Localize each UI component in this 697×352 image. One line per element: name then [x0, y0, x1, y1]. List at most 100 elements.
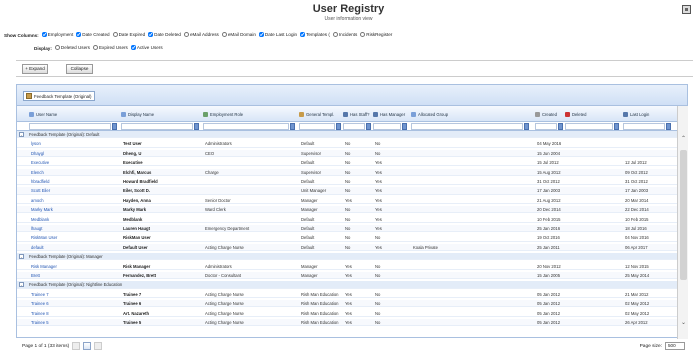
filter-input[interactable] — [623, 123, 665, 130]
vertical-scrollbar[interactable]: ⌃ ⌄ — [677, 106, 688, 339]
table-row[interactable]: Trainee 6 Trainee 6 Acting Charge Nurse Ris… — [17, 300, 677, 308]
user-name-link[interactable]: Marky Mark — [31, 206, 119, 213]
filter-input[interactable] — [121, 123, 193, 130]
scroll-thumb[interactable] — [680, 150, 687, 280]
filter-icon[interactable] — [558, 123, 563, 130]
column-header[interactable]: General Templ. — [299, 106, 343, 122]
show-column-checkbox[interactable] — [148, 32, 154, 37]
show-column-option[interactable]: RiskRegister — [360, 32, 392, 37]
user-name-link[interactable]: RiskMan User — [31, 234, 119, 241]
user-name-link[interactable]: Trainee 7 — [31, 291, 119, 298]
filter-icon[interactable] — [402, 123, 407, 130]
column-header[interactable]: Created — [535, 106, 565, 122]
user-name-link[interactable]: default — [31, 244, 119, 251]
column-header[interactable]: Has Manager — [373, 106, 409, 122]
user-name-link[interactable]: Elench — [31, 169, 119, 176]
filter-icon[interactable] — [524, 123, 529, 130]
show-column-checkbox[interactable] — [41, 32, 47, 37]
table-row[interactable]: amoch Hayden, Anna Senior Doctor Manager Yes… — [17, 197, 677, 204]
filter-input[interactable] — [411, 123, 523, 130]
show-column-checkbox[interactable] — [221, 32, 227, 37]
scroll-up-icon[interactable]: ⌃ — [680, 136, 687, 143]
filter-icon[interactable] — [666, 123, 671, 130]
filter-input[interactable] — [203, 123, 289, 130]
display-checkbox[interactable] — [92, 45, 98, 50]
user-name-link[interactable]: Dhaygl — [31, 150, 119, 157]
show-column-checkbox[interactable] — [183, 32, 189, 37]
table-row[interactable]: Dhaygl Dheng, U CEO Supervisor No No 15 Jun 20… — [17, 149, 677, 157]
table-row[interactable]: RiskMan User RiskMan User Default No No 19 Oc… — [17, 234, 677, 242]
show-column-option[interactable]: Date Expired — [112, 32, 145, 37]
filter-icon[interactable] — [336, 123, 341, 130]
show-column-option[interactable]: Date Deleted — [148, 32, 181, 37]
expand-button[interactable]: + Expand — [22, 64, 48, 74]
user-name-link[interactable]: hbradfield — [31, 178, 119, 185]
table-row[interactable]: Brett Fernandez, Brett Doctor - Consultant… — [17, 272, 677, 280]
column-header[interactable]: Last Login — [623, 106, 673, 122]
user-name-link[interactable]: lyson — [31, 140, 119, 147]
user-name-link[interactable]: Risk Manager — [31, 263, 119, 270]
user-name-link[interactable]: Medblank — [31, 216, 119, 223]
page-1-button[interactable] — [83, 342, 92, 350]
table-row[interactable]: Trainee 7 Trainee 7 Acting Charge Nurse Ris… — [17, 291, 677, 298]
column-header[interactable]: Display Name — [121, 106, 201, 122]
show-column-option[interactable]: Templates ( — [300, 32, 330, 37]
user-name-link[interactable]: Trainee 5 — [31, 319, 119, 326]
collapse-group-icon[interactable]: - — [19, 132, 24, 137]
display-option[interactable]: Deleted Users — [54, 45, 90, 50]
show-column-option[interactable]: Date Created — [76, 32, 110, 37]
filter-input[interactable] — [299, 123, 335, 130]
filter-icon[interactable] — [366, 123, 371, 130]
prev-page-icon[interactable] — [72, 342, 81, 350]
column-header[interactable]: Has Staff? — [343, 106, 373, 122]
user-name-link[interactable]: Scott Eiler — [31, 187, 119, 194]
user-name-link[interactable]: Trainee 6 — [31, 300, 119, 307]
display-option[interactable]: Active Users — [130, 45, 163, 50]
table-row[interactable]: hbradfield Howard Bradfield Default No Yes 31… — [17, 178, 677, 186]
display-checkbox[interactable] — [54, 45, 60, 50]
table-row[interactable]: Executive Executive Default No Yes 15 Jul 201… — [17, 159, 677, 167]
user-name-link[interactable]: amoch — [31, 197, 119, 204]
filter-icon[interactable] — [112, 123, 117, 130]
table-row[interactable]: default Default User Acting Charge Nurse De… — [17, 243, 677, 251]
user-name-link[interactable]: Brett — [31, 272, 119, 279]
filter-input[interactable] — [535, 123, 557, 130]
user-name-link[interactable]: lhaugt — [31, 225, 119, 232]
next-page-icon[interactable] — [94, 342, 103, 350]
collapse-group-icon[interactable]: - — [19, 254, 24, 260]
collapse-button[interactable]: Collapse — [66, 64, 93, 74]
column-header[interactable]: Deleted — [565, 106, 621, 122]
show-column-checkbox[interactable] — [360, 32, 366, 37]
filter-icon[interactable] — [290, 123, 295, 130]
table-row[interactable]: Medblank Medblank Default No Yes 10 Feb 2015 1… — [17, 216, 677, 223]
table-row[interactable]: lyson Test User Administrators Default No No 0… — [17, 140, 677, 148]
filter-input[interactable] — [343, 123, 365, 130]
scroll-down-icon[interactable]: ⌄ — [680, 320, 687, 327]
table-row[interactable]: Marky Mark Marky Mark Ward Clerk Manager No Y… — [17, 206, 677, 214]
show-column-checkbox[interactable] — [76, 32, 82, 37]
page-size-select[interactable]: 500 — [665, 342, 685, 350]
collapse-group-icon[interactable]: - — [19, 282, 24, 288]
table-row[interactable]: Trainee 8 Art. Nazareth Acting Charge Nurs… — [17, 310, 677, 317]
table-row[interactable]: Scott Eiler Eiler, Scott D. Unit Manager No… — [17, 187, 677, 195]
group-row[interactable]: - Feedback Template (Original): Default — [17, 131, 677, 139]
column-header[interactable]: Employment Role — [203, 106, 297, 122]
display-option[interactable]: Expired Users — [92, 45, 128, 50]
show-column-checkbox[interactable] — [300, 32, 306, 37]
filter-input[interactable] — [29, 123, 111, 130]
group-chip[interactable]: Feedback Template (Original) — [23, 91, 95, 101]
show-column-option[interactable]: eMail Address — [183, 32, 219, 37]
column-header[interactable]: User Name — [29, 106, 119, 122]
user-name-link[interactable]: Trainee 8 — [31, 310, 119, 317]
show-column-checkbox[interactable] — [112, 32, 118, 37]
show-column-option[interactable]: eMail Domain — [221, 32, 256, 37]
table-row[interactable]: Trainee 5 Trainee 5 Acting Charge Nurse Ris… — [17, 319, 677, 327]
export-icon[interactable] — [682, 5, 691, 14]
filter-input[interactable] — [565, 123, 613, 130]
filter-input[interactable] — [373, 123, 401, 130]
table-row[interactable]: Risk Manager Risk Manager Administrators Ma… — [17, 263, 677, 270]
show-column-option[interactable]: Incidents — [332, 32, 357, 37]
table-row[interactable]: lhaugt Lauren Haugt Emergency Department De… — [17, 225, 677, 233]
filter-icon[interactable] — [614, 123, 619, 130]
filter-icon[interactable] — [194, 123, 199, 130]
